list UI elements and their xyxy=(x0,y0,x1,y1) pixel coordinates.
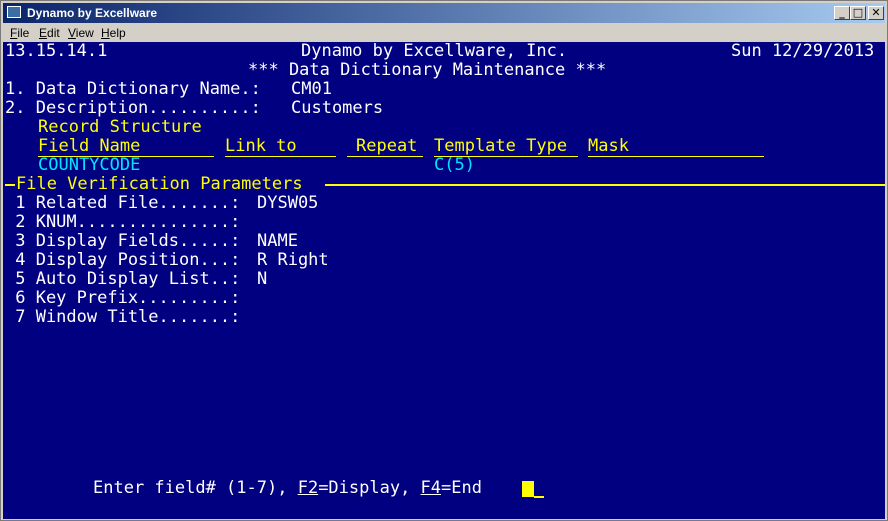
menu-edit[interactable]: Edit xyxy=(39,26,60,40)
minimize-button[interactable]: _ xyxy=(834,6,850,20)
screen-title: *** Data Dictionary Maintenance *** xyxy=(248,60,607,80)
input-field-underline xyxy=(534,496,544,498)
input-cursor[interactable] xyxy=(522,481,534,497)
menu-bar: File Edit View Help xyxy=(3,24,885,42)
description-label: 2. Description..........: xyxy=(5,98,261,118)
param-label-6: 6 Key Prefix.........: xyxy=(5,288,241,308)
column-template-type: Template Type xyxy=(434,136,568,156)
param-label-5: 5 Auto Display List..: xyxy=(5,269,241,289)
param-label-7: 7 Window Title.......: xyxy=(5,307,241,327)
close-button[interactable]: ✕ xyxy=(868,6,884,20)
link-to-underline xyxy=(225,156,336,157)
param-value-1[interactable]: DYSW05 xyxy=(257,194,318,213)
frame-line-right xyxy=(325,184,885,186)
repeat-underline xyxy=(347,156,423,157)
current-date: Sun 12/29/2013 xyxy=(731,42,875,61)
window-title: Dynamo by Excellware xyxy=(27,6,158,20)
param-label-1: 1 Related File.......: xyxy=(5,193,241,213)
prompt-prefix: Enter field# (1-7), xyxy=(93,478,298,498)
maximize-button[interactable]: □ xyxy=(850,6,866,20)
dd-name-label: 1. Data Dictionary Name.: xyxy=(5,79,261,99)
f4-action: =End xyxy=(441,478,493,498)
param-value-5[interactable]: N xyxy=(257,270,267,289)
column-repeat: Repeat xyxy=(356,136,418,156)
menu-help[interactable]: Help xyxy=(101,26,126,40)
menu-file[interactable]: File xyxy=(10,26,29,40)
param-label-4: 4 Display Position...: xyxy=(5,250,241,270)
param-label-2: 2 KNUM...............: xyxy=(5,212,241,232)
f4-key[interactable]: F4 xyxy=(421,478,441,498)
command-prompt: Enter field# (1-7), F2=Display, F4=End xyxy=(93,479,492,498)
app-window: Dynamo by Excellware _ □ ✕ File Edit Vie… xyxy=(0,0,888,521)
record-structure-heading: Record Structure xyxy=(38,117,202,137)
record-field-name[interactable]: COUNTYCODE xyxy=(38,156,140,175)
record-template-type[interactable]: C(5) xyxy=(434,156,475,175)
terminal-screen[interactable]: 13.15.14.1 Dynamo by Excellware, Inc. Su… xyxy=(3,42,885,519)
description-value[interactable]: Customers xyxy=(291,99,383,118)
param-value-4[interactable]: R Right xyxy=(257,251,329,270)
menu-view[interactable]: View xyxy=(68,26,94,40)
f2-action: =Display, xyxy=(318,478,421,498)
version-number: 13.15.14.1 xyxy=(5,42,108,61)
mask-underline xyxy=(588,156,764,157)
param-value-3[interactable]: NAME xyxy=(257,232,298,251)
file-verification-heading: File Verification Parameters xyxy=(16,174,303,194)
terminal-icon xyxy=(7,6,21,18)
company-name: Dynamo by Excellware, Inc. xyxy=(301,42,568,61)
title-bar[interactable]: Dynamo by Excellware _ □ ✕ xyxy=(3,3,885,23)
column-field-name: Field Name xyxy=(38,136,141,156)
column-link-to: Link to xyxy=(225,136,297,156)
frame-line-left xyxy=(5,184,15,186)
column-mask: Mask xyxy=(588,136,629,156)
param-label-3: 3 Display Fields.....: xyxy=(5,231,241,251)
dd-name-value[interactable]: CM01 xyxy=(291,80,332,99)
f2-key[interactable]: F2 xyxy=(298,478,318,498)
